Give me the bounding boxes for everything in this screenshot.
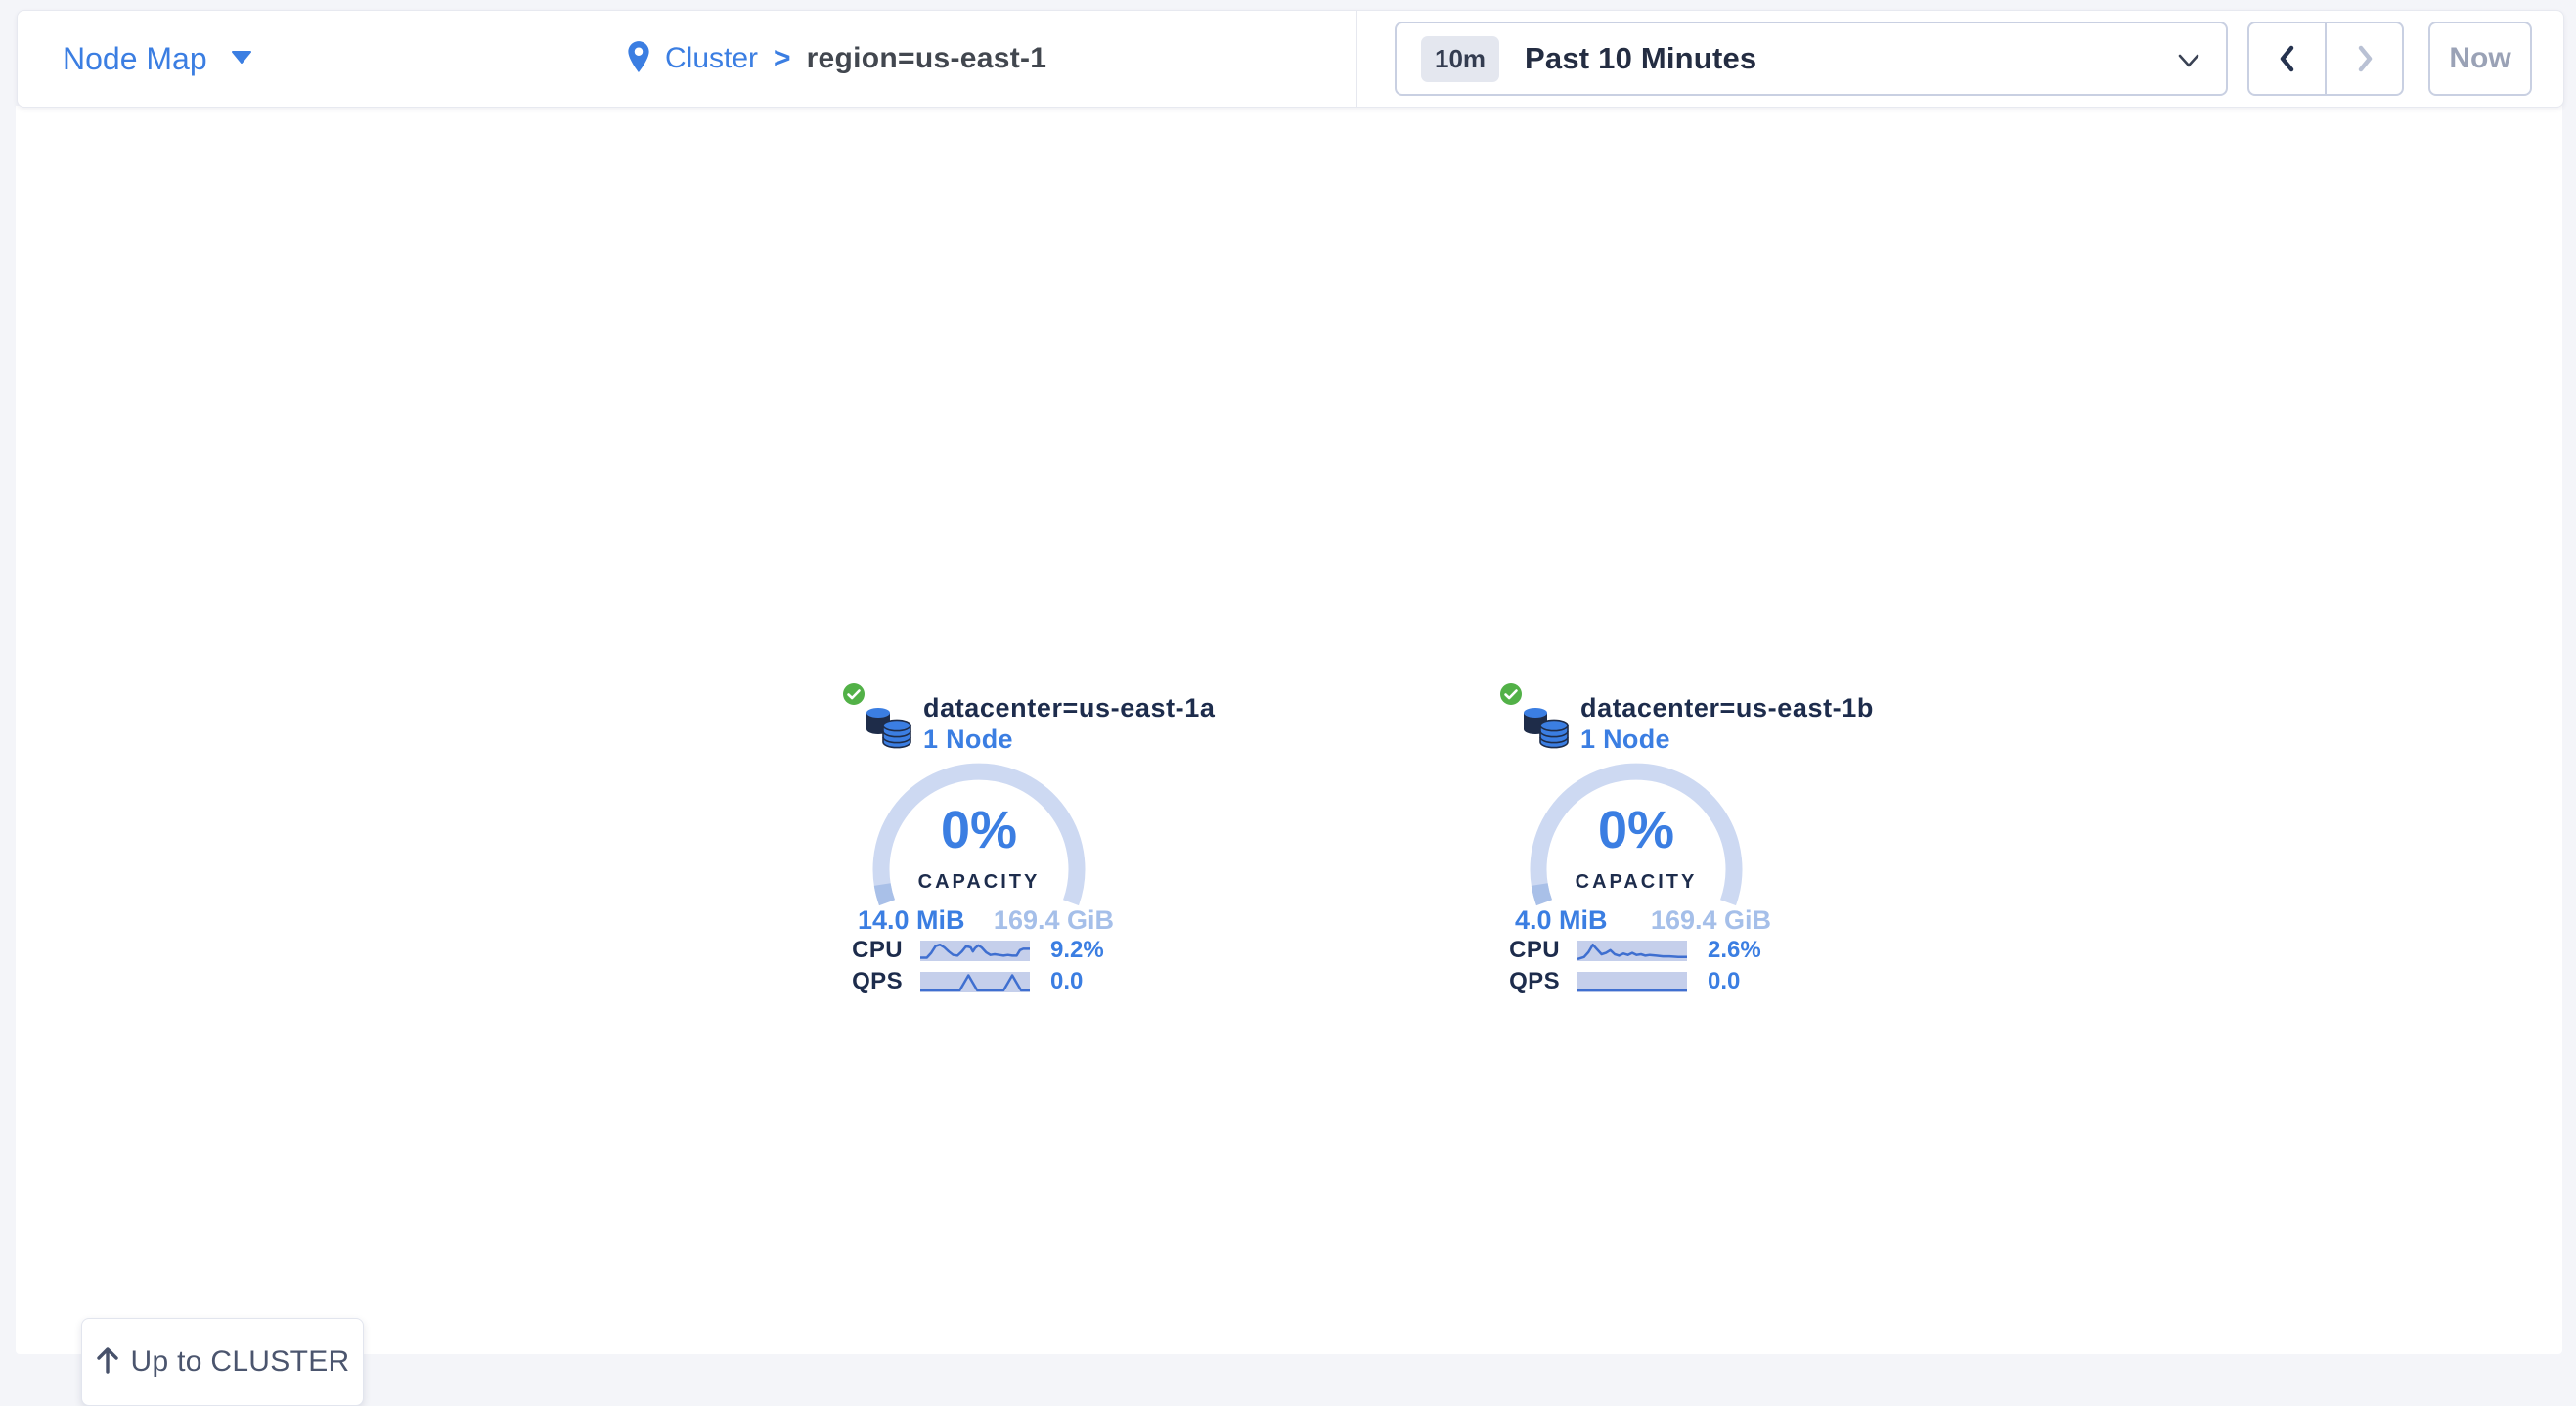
qps-value: 0.0 bbox=[1050, 968, 1083, 995]
time-nav-group bbox=[2247, 22, 2404, 96]
locality-node-count: 1 Node bbox=[1580, 724, 1670, 755]
cpu-sparkline bbox=[920, 941, 1030, 961]
chevron-down-icon bbox=[2177, 53, 2200, 73]
cpu-value: 9.2% bbox=[1050, 937, 1104, 964]
qps-metric-row: QPS 0.0 bbox=[1499, 970, 1740, 993]
breadcrumb-current: region=us-east-1 bbox=[807, 42, 1047, 75]
breadcrumb-separator: > bbox=[774, 42, 791, 75]
caret-down-icon bbox=[231, 50, 252, 68]
cpu-metric-row: CPU 2.6% bbox=[1499, 939, 1761, 962]
locality-node-count: 1 Node bbox=[923, 724, 1013, 755]
capacity-used: 14.0 MiB bbox=[858, 905, 965, 936]
cpu-metric-row: CPU 9.2% bbox=[842, 939, 1104, 962]
time-range-badge: 10m bbox=[1421, 36, 1499, 82]
view-selector-label: Node Map bbox=[63, 41, 207, 77]
locality-card-us-east-1a[interactable]: datacenter=us-east-1a 1 Node 0% CAPACITY… bbox=[842, 682, 1175, 1005]
qps-label: QPS bbox=[1499, 968, 1560, 995]
header-bar: Node Map Cluster > region=us-east-1 10m … bbox=[17, 10, 2564, 108]
database-stack-icon bbox=[1521, 702, 1572, 753]
qps-label: QPS bbox=[842, 968, 903, 995]
capacity-used: 4.0 MiB bbox=[1515, 905, 1608, 936]
up-to-cluster-button[interactable]: Up to CLUSTER bbox=[81, 1318, 364, 1406]
node-map-canvas: datacenter=us-east-1a 1 Node 0% CAPACITY… bbox=[16, 106, 2562, 1354]
arrow-up-icon bbox=[96, 1345, 119, 1380]
now-button[interactable]: Now bbox=[2428, 22, 2532, 96]
capacity-total: 169.4 GiB bbox=[1651, 905, 1771, 936]
health-check-icon bbox=[1499, 682, 1523, 706]
chevron-left-icon bbox=[2275, 43, 2300, 74]
capacity-total: 169.4 GiB bbox=[994, 905, 1114, 936]
capacity-label: CAPACITY bbox=[1529, 871, 1744, 894]
locality-title[interactable]: datacenter=us-east-1b bbox=[1580, 692, 1874, 724]
breadcrumb-cluster-link[interactable]: Cluster bbox=[665, 42, 758, 75]
header-divider bbox=[1356, 11, 1357, 107]
qps-sparkline bbox=[1577, 972, 1687, 992]
cpu-label: CPU bbox=[1499, 937, 1560, 964]
qps-sparkline bbox=[920, 972, 1030, 992]
database-stack-icon bbox=[864, 702, 914, 753]
cpu-label: CPU bbox=[842, 937, 903, 964]
capacity-label: CAPACITY bbox=[871, 871, 1087, 894]
cpu-value: 2.6% bbox=[1708, 937, 1761, 964]
capacity-percentage: 0% bbox=[871, 803, 1087, 857]
locality-title[interactable]: datacenter=us-east-1a bbox=[923, 692, 1216, 724]
location-pin-icon bbox=[626, 40, 651, 78]
time-next-button[interactable] bbox=[2327, 23, 2402, 94]
time-prev-button[interactable] bbox=[2249, 23, 2327, 94]
locality-card-us-east-1b[interactable]: datacenter=us-east-1b 1 Node 0% CAPACITY… bbox=[1499, 682, 1832, 1005]
up-to-cluster-label: Up to CLUSTER bbox=[131, 1345, 350, 1379]
chevron-right-icon bbox=[2352, 43, 2377, 74]
breadcrumb: Cluster > region=us-east-1 bbox=[626, 11, 1046, 107]
capacity-values-row: 4.0 MiB 169.4 GiB bbox=[1515, 905, 1771, 936]
health-check-icon bbox=[842, 682, 866, 706]
qps-metric-row: QPS 0.0 bbox=[842, 970, 1083, 993]
time-range-select[interactable]: 10m Past 10 Minutes bbox=[1395, 22, 2228, 96]
cpu-sparkline bbox=[1577, 941, 1687, 961]
capacity-values-row: 14.0 MiB 169.4 GiB bbox=[858, 905, 1114, 936]
capacity-percentage: 0% bbox=[1529, 803, 1744, 857]
time-range-label: Past 10 Minutes bbox=[1525, 41, 1756, 76]
view-selector-dropdown[interactable]: Node Map bbox=[63, 11, 252, 107]
qps-value: 0.0 bbox=[1708, 968, 1740, 995]
